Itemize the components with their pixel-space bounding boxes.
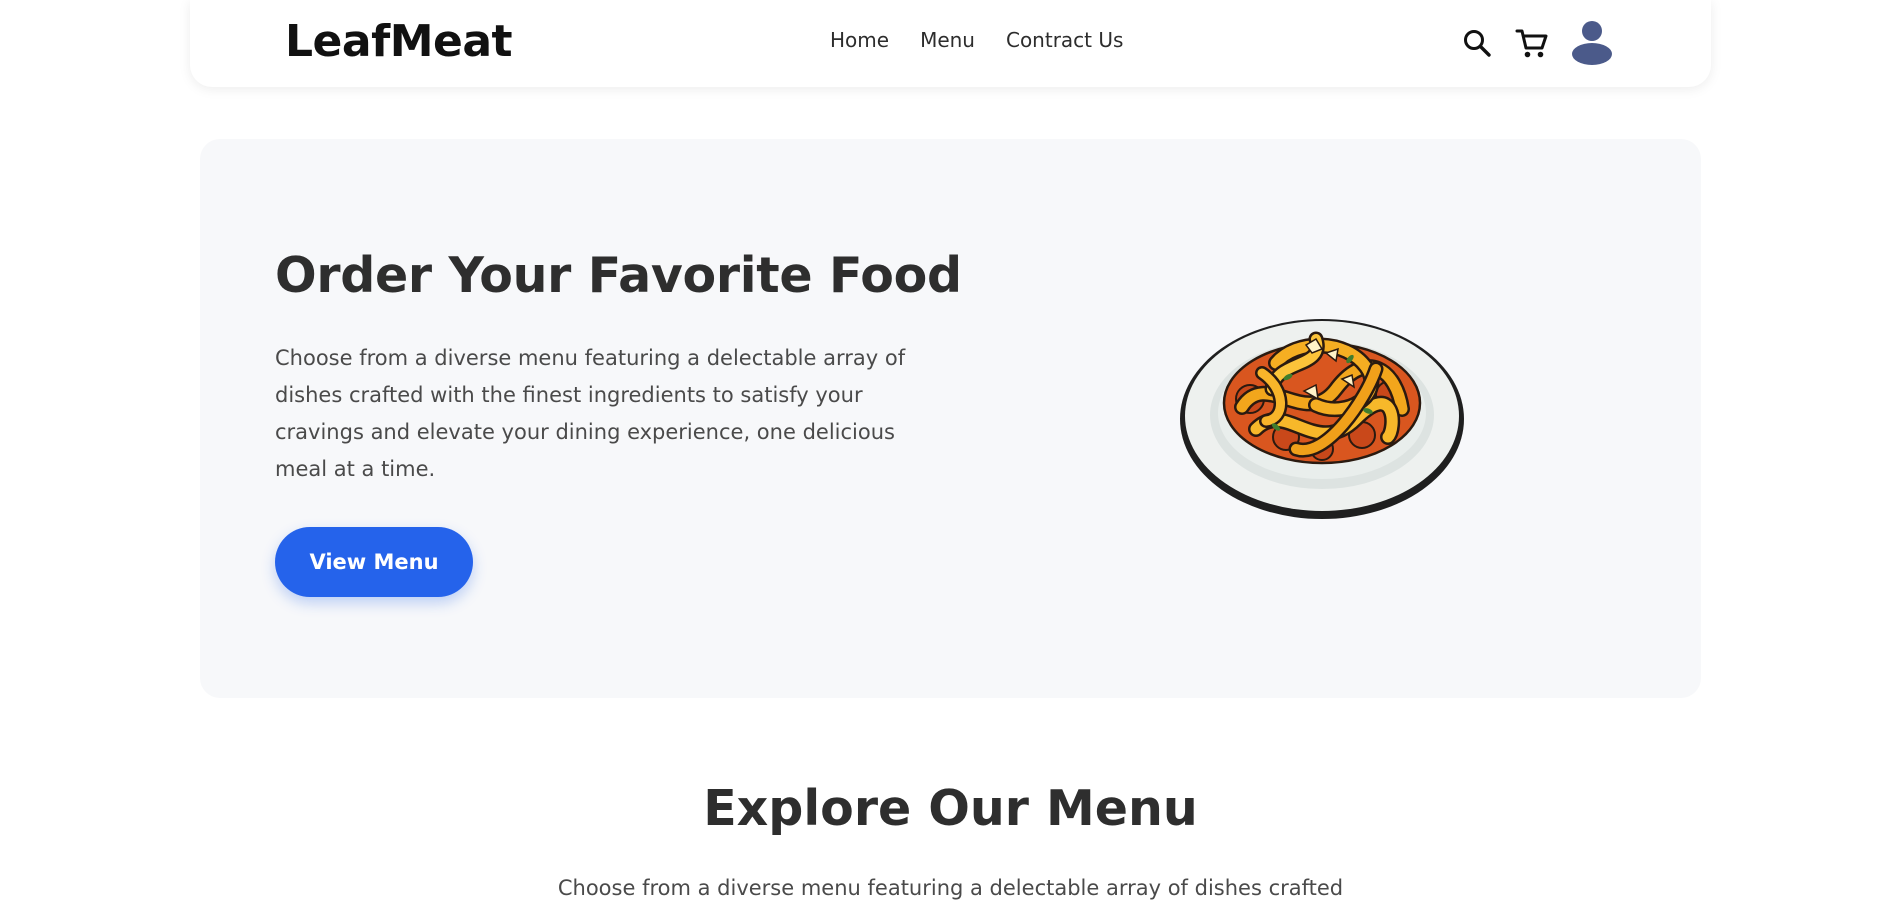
nav-link-contact[interactable]: Contract Us xyxy=(1006,28,1123,52)
logo[interactable]: LeafMeat xyxy=(285,16,513,67)
hero-description: Choose from a diverse menu featuring a d… xyxy=(275,346,906,481)
hero-section: Order Your Favorite Food Choose from a d… xyxy=(200,139,1701,698)
header-actions xyxy=(1461,20,1613,66)
explore-description: Choose from a diverse menu featuring a d… xyxy=(557,876,1344,900)
nav-link-home[interactable]: Home xyxy=(830,28,889,52)
main-nav: Home Menu Contract Us xyxy=(830,28,1123,52)
pasta-plate-illustration xyxy=(1176,309,1468,523)
view-menu-button[interactable]: View Menu xyxy=(275,527,473,597)
site-header: LeafMeat Home Menu Contract Us xyxy=(190,0,1711,87)
cart-icon[interactable] xyxy=(1515,26,1549,60)
explore-title: Explore Our Menu xyxy=(703,780,1198,837)
nav-link-menu[interactable]: Menu xyxy=(920,28,975,52)
search-icon[interactable] xyxy=(1461,27,1493,59)
hero-title: Order Your Favorite Food xyxy=(275,247,962,304)
user-avatar-icon[interactable] xyxy=(1571,20,1613,66)
